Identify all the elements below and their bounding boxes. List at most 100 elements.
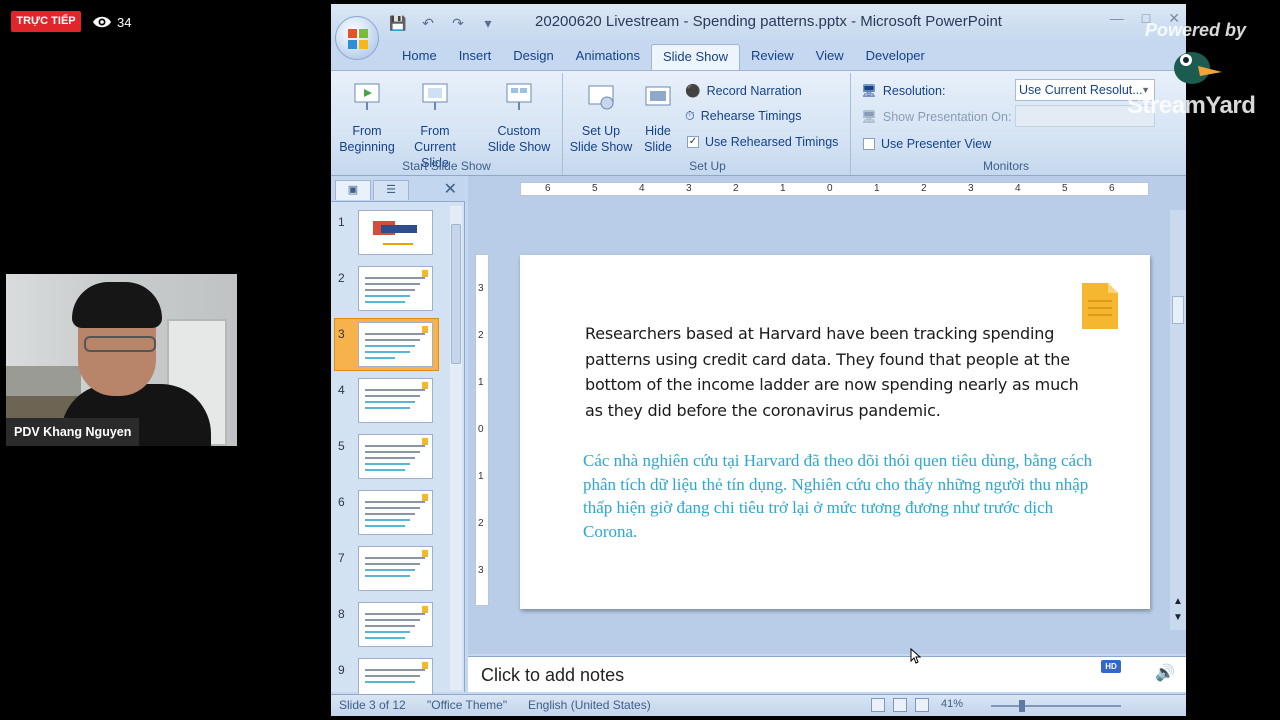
slide-vietnamese-text[interactable]: Các nhà nghiên cứu tại Harvard đã theo d… bbox=[583, 449, 1093, 543]
setup-show-label-2: Slide Show bbox=[569, 140, 633, 154]
slide-thumbnail[interactable]: 1 bbox=[331, 206, 449, 262]
from-current-button[interactable]: From Current Slide bbox=[399, 81, 471, 171]
set-up-slide-show-button[interactable]: Set Up Slide Show bbox=[569, 81, 633, 155]
slide-show-view-icon[interactable] bbox=[915, 698, 929, 712]
checkbox-unchecked-icon bbox=[863, 138, 875, 150]
tab-insert[interactable]: Insert bbox=[448, 44, 503, 70]
slide-thumbnail[interactable]: 5 bbox=[331, 430, 449, 486]
presenter-view-checkbox[interactable]: Use Presenter View bbox=[863, 134, 991, 154]
panel-tabs: ▣ ☰ ✕ bbox=[331, 176, 465, 202]
hd-badge[interactable]: HD bbox=[1101, 660, 1121, 673]
panel-scrollbar[interactable] bbox=[450, 206, 462, 690]
ruler-label: 3 bbox=[478, 565, 484, 576]
slide-sorter-icon[interactable] bbox=[893, 698, 907, 712]
thumbnail-text-line bbox=[365, 277, 425, 279]
custom-show-icon bbox=[506, 83, 532, 110]
slide-thumbnail[interactable]: 8 bbox=[331, 598, 449, 654]
thumbnail-text-line bbox=[365, 389, 425, 391]
record-narration-button[interactable]: ⚫ Record Narration bbox=[685, 81, 802, 101]
slides-panel: ▣ ☰ ✕ 1 2 3 4 5 6 7 8 9 bbox=[331, 176, 465, 703]
prev-slide-icon[interactable]: ▲ bbox=[1170, 596, 1186, 607]
rehearse-timings-label: Rehearse Timings bbox=[700, 109, 802, 123]
thumbnail-number: 3 bbox=[338, 327, 345, 341]
custom-show-label-2: Slide Show bbox=[487, 140, 551, 154]
office-button[interactable] bbox=[335, 16, 379, 60]
hide-slide-button[interactable]: Hide Slide bbox=[637, 81, 679, 155]
slide-english-text[interactable]: Researchers based at Harvard have been t… bbox=[585, 321, 1095, 423]
status-bar: Slide 3 of 12 "Office Theme" English (Un… bbox=[331, 694, 1186, 716]
ruler-label: 4 bbox=[639, 183, 645, 194]
volume-icon[interactable]: 🔊 bbox=[1155, 663, 1175, 683]
hide-slide-icon bbox=[645, 86, 671, 106]
tab-outline[interactable]: ☰ bbox=[373, 180, 409, 200]
thumbnail-preview bbox=[358, 434, 433, 479]
tab-developer[interactable]: Developer bbox=[855, 44, 936, 70]
ruler-label: 2 bbox=[478, 518, 484, 529]
slide-thumbnail[interactable]: 7 bbox=[331, 542, 449, 598]
panel-scroll-thumb[interactable] bbox=[451, 224, 461, 364]
notes-pane[interactable]: Click to add notes bbox=[468, 656, 1186, 692]
use-rehearsed-timings-checkbox[interactable]: ✓ Use Rehearsed Timings bbox=[687, 132, 838, 152]
cursor-icon bbox=[910, 648, 922, 664]
group-start-slide-show: From Beginning From Current Slide Custom… bbox=[331, 73, 563, 175]
tab-slides[interactable]: ▣ bbox=[335, 180, 371, 200]
thumbnail-text-line bbox=[365, 445, 425, 447]
slide-thumbnail[interactable]: 4 bbox=[331, 374, 449, 430]
slide-thumbnail[interactable]: 2 bbox=[331, 262, 449, 318]
editor-scroll-thumb[interactable] bbox=[1172, 296, 1184, 324]
ruler-label: 3 bbox=[478, 283, 484, 294]
next-slide-icon[interactable]: ▼ bbox=[1170, 612, 1186, 623]
thumbnail-text-line bbox=[365, 451, 420, 453]
group-set-up: Set Up Slide Show Hide Slide ⚫ Record Na… bbox=[565, 73, 851, 175]
notes-placeholder[interactable]: Click to add notes bbox=[481, 665, 624, 686]
streamyard-duck-icon bbox=[1174, 52, 1222, 84]
thumbnail-text-line bbox=[365, 675, 420, 677]
slideshow-icon bbox=[354, 83, 380, 110]
tab-home[interactable]: Home bbox=[391, 44, 448, 70]
thumbnail-text-line bbox=[365, 519, 410, 521]
streamyard-brand: StreamYard bbox=[1127, 92, 1256, 119]
thumbnail-note-icon bbox=[422, 606, 428, 613]
from-beginning-button[interactable]: From Beginning bbox=[339, 81, 395, 155]
thumbnail-preview bbox=[358, 322, 433, 367]
slide-thumbnail[interactable]: 6 bbox=[331, 486, 449, 542]
thumbnail-text-line bbox=[365, 457, 415, 459]
group-label-monitors: Monitors bbox=[982, 159, 1029, 173]
from-current-label-1: From bbox=[420, 124, 450, 138]
thumbnail-list: 1 2 3 4 5 6 7 8 9 bbox=[331, 206, 449, 710]
close-panel-icon[interactable]: ✕ bbox=[444, 179, 457, 199]
tab-view[interactable]: View bbox=[805, 44, 855, 70]
ruler-label: 1 bbox=[874, 183, 880, 194]
tab-review[interactable]: Review bbox=[740, 44, 805, 70]
vertical-ruler: 3 2 1 0 1 2 3 bbox=[475, 254, 489, 606]
thumbnail-note-icon bbox=[422, 494, 428, 501]
minimize-icon[interactable]: — bbox=[1110, 10, 1124, 27]
zoom-level[interactable]: 41% bbox=[941, 698, 963, 710]
slide-canvas[interactable]: Researchers based at Harvard have been t… bbox=[520, 255, 1150, 609]
editor-scrollbar[interactable]: ▲ ▼ bbox=[1170, 210, 1186, 630]
custom-slide-show-button[interactable]: Custom Slide Show bbox=[481, 81, 557, 155]
slide-thumbnail[interactable]: 3 bbox=[331, 318, 449, 374]
status-language[interactable]: English (United States) bbox=[528, 698, 651, 712]
tab-design[interactable]: Design bbox=[502, 44, 564, 70]
title-slide-line bbox=[383, 243, 413, 245]
zoom-slider-knob[interactable] bbox=[1019, 700, 1025, 712]
thumbnail-text-line bbox=[365, 631, 410, 633]
thumbnail-text-line bbox=[365, 345, 415, 347]
zoom-slider[interactable] bbox=[991, 705, 1121, 707]
ruler-label: 1 bbox=[780, 183, 786, 194]
normal-view-icon[interactable] bbox=[871, 698, 885, 712]
rehearse-timings-button[interactable]: ⏱ Rehearse Timings bbox=[685, 106, 802, 126]
ruler-label: 2 bbox=[921, 183, 927, 194]
thumbnail-text-line bbox=[365, 357, 395, 359]
window-title: 20200620 Livestream - Spending patterns.… bbox=[535, 13, 1002, 30]
show-on-label: Show Presentation On: bbox=[882, 110, 1012, 124]
thumbnail-preview bbox=[358, 546, 433, 591]
use-rehearsed-label: Use Rehearsed Timings bbox=[705, 135, 839, 149]
status-theme: "Office Theme" bbox=[427, 698, 508, 712]
thumbnail-text-line bbox=[365, 513, 415, 515]
viewer-counter: 34 bbox=[92, 12, 131, 32]
hide-slide-label-1: Hide bbox=[645, 124, 671, 138]
tab-slide-show[interactable]: Slide Show bbox=[650, 44, 741, 70]
tab-animations[interactable]: Animations bbox=[565, 44, 651, 70]
